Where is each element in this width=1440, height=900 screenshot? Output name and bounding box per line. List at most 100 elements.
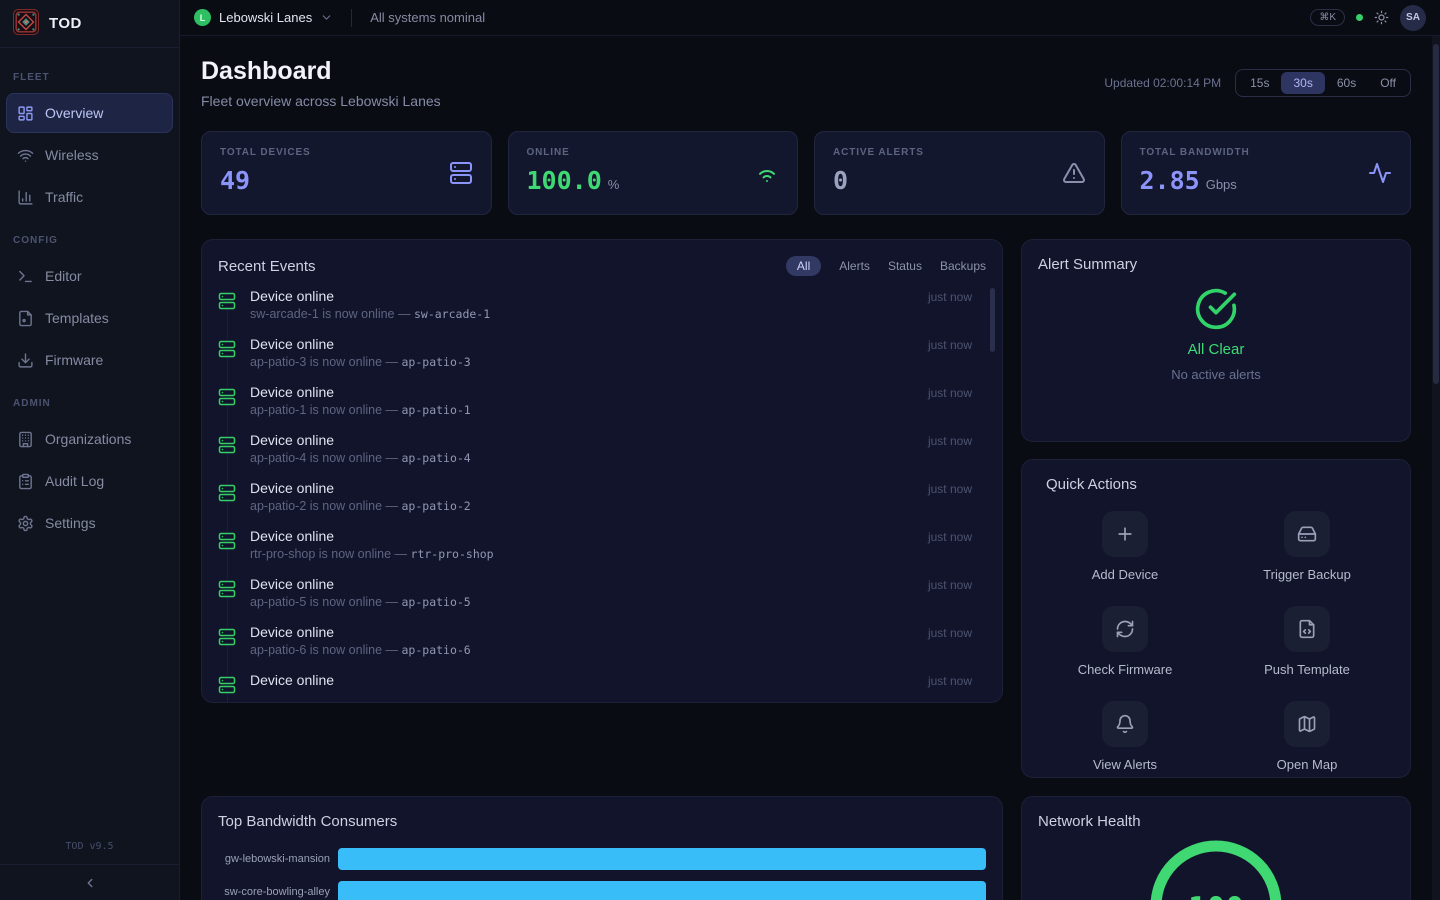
sidebar-item-organizations[interactable]: Organizations [6, 419, 173, 459]
event-row[interactable]: Device onlinejust now sw-arcade-1 is now… [218, 288, 986, 336]
terminal-icon [17, 268, 34, 285]
network-health-title: Network Health [1038, 813, 1394, 830]
events-scrollbar[interactable] [990, 288, 995, 352]
sidebar-item-label: Wireless [45, 147, 99, 163]
updated-timestamp: Updated 02:00:14 PM [1104, 76, 1221, 90]
bandwidth-row: gw-lebowski-mansion [218, 848, 986, 870]
event-row[interactable]: Device onlinejust now ap-patio-5 is now … [218, 576, 986, 624]
sidebar-item-templates[interactable]: Templates [6, 298, 173, 338]
refresh-option-off[interactable]: Off [1368, 72, 1408, 94]
tab-all[interactable]: All [786, 256, 821, 276]
action-push-template[interactable]: Push Template [1228, 606, 1386, 677]
refresh-option-30s[interactable]: 30s [1281, 72, 1324, 94]
quick-actions-title: Quick Actions [1046, 476, 1386, 493]
event-row[interactable]: Device onlinejust now ap-patio-4 is now … [218, 432, 986, 480]
file-icon [17, 310, 34, 327]
event-device-name: sw-arcade-1 [414, 307, 490, 321]
activity-icon [1368, 161, 1392, 185]
stat-value: 100.0 [527, 166, 602, 195]
bandwidth-title: Top Bandwidth Consumers [218, 813, 986, 830]
sidebar-item-wireless[interactable]: Wireless [6, 135, 173, 175]
org-selector[interactable]: L Lebowski Lanes [194, 9, 333, 26]
event-title: Device online [250, 480, 334, 496]
tab-status[interactable]: Status [888, 259, 922, 273]
event-row[interactable]: Device onlinejust now ap-patio-1 is now … [218, 384, 986, 432]
event-description: ap-patio-3 is now online — ap-patio-3 [250, 355, 986, 369]
alert-triangle-icon [1062, 161, 1086, 185]
sidebar-item-traffic[interactable]: Traffic [6, 177, 173, 217]
event-row[interactable]: Device onlinejust now ap-patio-3 is now … [218, 336, 986, 384]
stat-label: TOTAL DEVICES [220, 147, 473, 158]
refresh-option-60s[interactable]: 60s [1325, 72, 1368, 94]
event-description: ap-patio-1 is now online — ap-patio-1 [250, 403, 986, 417]
sidebar-collapse-button[interactable] [0, 864, 179, 900]
map-icon [1284, 701, 1330, 747]
event-separator: — [386, 355, 399, 369]
sidebar-item-firmware[interactable]: Firmware [6, 340, 173, 380]
action-label: Push Template [1264, 662, 1350, 677]
tab-alerts[interactable]: Alerts [839, 259, 870, 273]
stat-card-active-alerts: ACTIVE ALERTS 0 [814, 131, 1105, 215]
sun-icon [1374, 10, 1389, 25]
bandwidth-row: sw-core-bowling-alley [218, 881, 986, 900]
sidebar-item-overview[interactable]: Overview [6, 93, 173, 133]
stat-value: 2.85 [1140, 166, 1200, 195]
sidebar-item-audit-log[interactable]: Audit Log [6, 461, 173, 501]
action-label: Trigger Backup [1263, 567, 1351, 582]
action-trigger-backup[interactable]: Trigger Backup [1228, 511, 1386, 582]
stat-unit: % [608, 177, 620, 192]
event-time: just now [928, 674, 986, 688]
stat-value: 0 [833, 166, 848, 195]
main-area: L Lebowski Lanes All systems nominal ⌘K … [180, 0, 1440, 900]
refresh-option-15s[interactable]: 15s [1238, 72, 1281, 94]
page-scrollbar-thumb[interactable] [1433, 44, 1439, 384]
page-title: Dashboard [201, 57, 441, 86]
sidebar-item-editor[interactable]: Editor [6, 256, 173, 296]
event-title: Device online [250, 432, 334, 448]
app-version: TOD v9.5 [0, 833, 179, 864]
action-view-alerts[interactable]: View Alerts [1046, 701, 1204, 772]
event-row[interactable]: Device onlinejust now [218, 672, 986, 703]
action-open-map[interactable]: Open Map [1228, 701, 1386, 772]
page-subtitle: Fleet overview across Lebowski Lanes [201, 93, 441, 109]
action-add-device[interactable]: Add Device [1046, 511, 1204, 582]
wifi-icon [17, 147, 34, 164]
event-title: Device online [250, 624, 334, 640]
sidebar: TOD FLEET Overview Wireless Traffi [0, 0, 180, 900]
clipboard-icon [17, 473, 34, 490]
tab-backups[interactable]: Backups [940, 259, 986, 273]
bar-chart-icon [17, 189, 34, 206]
sidebar-item-label: Overview [45, 105, 103, 121]
command-palette-button[interactable]: ⌘K [1310, 9, 1345, 26]
event-title: Device online [250, 576, 334, 592]
recent-events-card: Recent Events All Alerts Status Backups [201, 239, 1003, 703]
server-icon [218, 627, 236, 645]
action-label: Add Device [1092, 567, 1158, 582]
event-row[interactable]: Device onlinejust now ap-patio-6 is now … [218, 624, 986, 672]
event-separator: — [386, 643, 399, 657]
sidebar-item-label: Editor [45, 268, 82, 284]
event-device-name: ap-patio-6 [402, 643, 471, 657]
event-device-name: ap-patio-5 [402, 595, 471, 609]
refresh-interval-control: 15s 30s 60s Off [1235, 69, 1411, 97]
theme-toggle-button[interactable] [1374, 10, 1389, 25]
page-header: Dashboard Fleet overview across Lebowski… [201, 57, 1411, 109]
server-icon [218, 675, 236, 693]
event-row[interactable]: Device onlinejust now ap-patio-2 is now … [218, 480, 986, 528]
stat-value: 49 [220, 166, 250, 195]
event-separator: — [386, 451, 399, 465]
status-dot-icon [1356, 14, 1363, 21]
action-check-firmware[interactable]: Check Firmware [1046, 606, 1204, 677]
event-time: just now [928, 386, 986, 400]
server-icon [449, 161, 473, 185]
page-scrollbar-track[interactable] [1432, 36, 1440, 900]
bandwidth-bar-chart: gw-lebowski-mansion sw-core-bowling-alle… [218, 848, 986, 900]
network-health-card: Network Health 100 [1021, 796, 1411, 900]
alert-summary-card: Alert Summary All Clear No active alerts [1021, 239, 1411, 442]
event-row[interactable]: Device onlinejust now rtr-pro-shop is no… [218, 528, 986, 576]
sidebar-item-settings[interactable]: Settings [6, 503, 173, 543]
event-time: just now [928, 578, 986, 592]
stat-cards-row: TOTAL DEVICES 49 ONLINE 100.0 % [201, 131, 1411, 215]
user-avatar[interactable]: SA [1400, 5, 1426, 31]
event-separator: — [386, 499, 399, 513]
